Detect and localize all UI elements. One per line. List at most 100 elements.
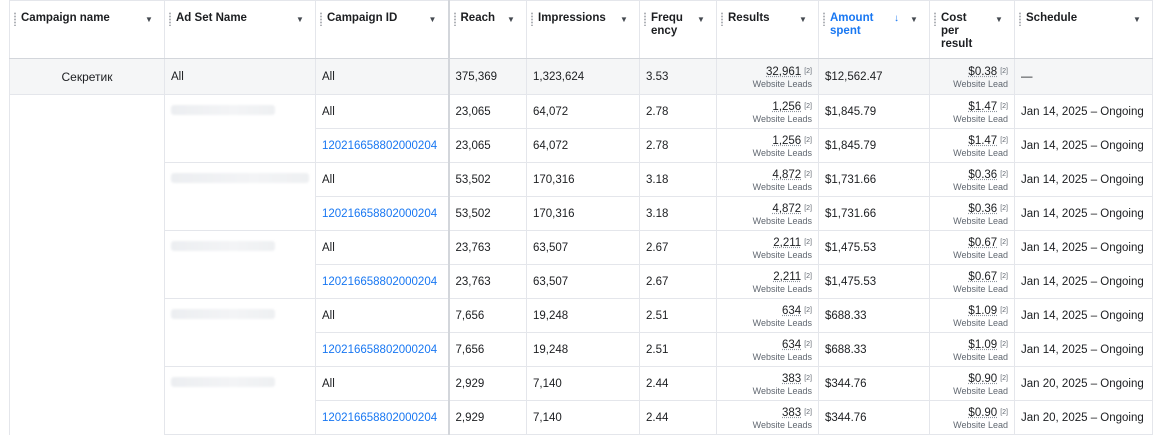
results-value[interactable]: 383 [782,373,801,385]
chevron-down-icon[interactable]: ▼ [291,11,309,27]
table-row[interactable]: All 2,929 7,140 2.44 383 [2] Website Leads $344… [9,366,1153,401]
cost-per-result-value[interactable]: $1.09 [968,305,997,317]
impressions-cell: 170,316 [526,162,640,197]
column-header-results[interactable]: Results ▼ [716,0,819,59]
results-type: Website Leads [752,113,812,124]
campaign-id-link[interactable]: 120216658802000204 [322,140,437,152]
results-value[interactable]: 32,961 [766,66,801,78]
frequency-cell: 3.53 [639,58,717,95]
results-value[interactable]: 1,256 [772,135,801,147]
campaign-id-cell: 120216658802000204 [315,400,450,435]
drag-handle-icon[interactable] [823,12,825,26]
results-value[interactable]: 2,211 [773,237,801,249]
campaign-id-link[interactable]: 120216658802000204 [322,276,437,288]
column-header-schedule[interactable]: Schedule ▼ [1014,0,1153,59]
attribution-marker: [2] [804,306,812,314]
drag-handle-icon[interactable] [721,12,723,26]
ad-set-cell[interactable] [164,366,316,401]
attribution-marker: [2] [1000,238,1008,246]
reach-cell: 7,656 [448,298,527,333]
ad-set-cell[interactable] [164,230,316,265]
cost-per-result-value[interactable]: $1.47 [968,101,997,113]
ad-set-cell[interactable] [164,162,316,197]
sort-desc-icon[interactable]: ↓ [894,12,899,25]
campaign-id-cell: 120216658802000204 [315,128,450,163]
summary-row[interactable]: Секретик All All 375,369 1,323,624 3.53 … [9,58,1153,95]
column-header-amount-spent[interactable]: Amount spent ↓ ▼ [818,0,930,59]
drag-handle-icon[interactable] [14,12,16,26]
cost-per-result-type: Website Lead [953,351,1008,362]
table-row[interactable]: All 23,763 63,507 2.67 2,211 [2] Website Leads… [9,230,1153,265]
cost-per-result-value[interactable]: $0.90 [968,373,997,385]
results-value[interactable]: 4,872 [772,169,801,181]
column-header-campaign-id[interactable]: Campaign ID ▼ [315,0,450,59]
campaign-id-cell: All [315,230,450,265]
table-row[interactable]: 120216658802000204 23,763 63,507 2.67 2,211[… [9,264,1153,299]
cost-per-result-value[interactable]: $0.36 [968,203,997,215]
campaign-id-link[interactable]: 120216658802000204 [322,344,437,356]
cost-per-result-cell: $0.36 [2] Website Lead [929,196,1015,231]
cost-per-result-type: Website Lead [953,215,1008,226]
results-value[interactable]: 1,256 [772,101,801,113]
results-value[interactable]: 4,872 [772,203,801,215]
cost-per-result-value[interactable]: $0.67 [968,237,997,249]
cost-per-result-value[interactable]: $0.67 [968,271,997,283]
attribution-marker: [2] [804,136,812,144]
frequency-cell: 2.51 [639,332,717,367]
chevron-down-icon[interactable]: ▼ [1128,11,1146,27]
ad-set-cell[interactable] [164,298,316,333]
chevron-down-icon[interactable]: ▼ [502,11,520,27]
column-header-ad-set-name[interactable]: Ad Set Name ▼ [164,0,316,59]
table-row[interactable]: All 23,065 64,072 2.78 1,256 [2] Website Leads… [9,94,1153,129]
column-header-cost-per-result[interactable]: Cost per result ▼ [929,0,1015,59]
drag-handle-icon[interactable] [320,12,322,26]
reach-cell: 53,502 [448,162,527,197]
cost-per-result-value[interactable]: $1.47 [968,135,997,147]
drag-handle-icon[interactable] [453,12,456,26]
cost-per-result-value[interactable]: $1.09 [968,339,997,351]
chevron-down-icon[interactable]: ▼ [794,11,812,27]
frequency-cell: 2.67 [639,230,717,265]
table-row[interactable]: 120216658802000204 23,065 64,072 2.78 1,256[… [9,128,1153,163]
cost-per-result-value[interactable]: $0.38 [968,66,997,78]
drag-handle-icon[interactable] [531,12,533,26]
chevron-down-icon[interactable]: ▼ [615,11,633,27]
drag-handle-icon[interactable] [1019,12,1021,26]
drag-handle-icon[interactable] [169,12,171,26]
frequency-cell: 2.51 [639,298,717,333]
table-row[interactable]: All 53,502 170,316 3.18 4,872 [2] Website Lead… [9,162,1153,197]
results-value[interactable]: 2,211 [773,271,801,283]
chevron-down-icon[interactable]: ▼ [692,11,710,27]
chevron-down-icon[interactable]: ▼ [140,11,158,27]
chevron-down-icon[interactable]: ▼ [905,11,923,27]
table-row[interactable]: All 7,656 19,248 2.51 634 [2] Website Leads $68… [9,298,1153,333]
column-label: Campaign ID [327,12,398,24]
campaign-name-cell[interactable]: Секретик [9,58,165,95]
cost-per-result-type: Website Lead [953,317,1008,328]
chevron-down-icon[interactable]: ▼ [990,11,1008,27]
results-value[interactable]: 634 [782,339,801,351]
redacted-ad-set-name [171,309,275,320]
drag-handle-icon[interactable] [934,12,936,26]
results-type: Website Leads [752,385,812,396]
column-header-frequency[interactable]: Frequ ency ▼ [639,0,717,59]
attribution-marker: [2] [1000,67,1008,75]
table-row[interactable]: 120216658802000204 7,656 19,248 2.51 634 [2] W… [9,332,1153,367]
column-header-impressions[interactable]: Impressions ▼ [526,0,640,59]
campaign-id-link[interactable]: 120216658802000204 [322,412,437,424]
results-cell: 2,211 [2] Website Leads [716,264,819,299]
chevron-down-icon[interactable]: ▼ [424,11,442,27]
reach-cell: 23,763 [448,230,527,265]
table-row[interactable]: 120216658802000204 53,502 170,316 3.18 4,872… [9,196,1153,231]
campaign-name-cell [9,94,165,129]
table-row[interactable]: 120216658802000204 2,929 7,140 2.44 383 [2] We… [9,400,1153,435]
drag-handle-icon[interactable] [644,12,646,26]
impressions-cell: 19,248 [526,332,640,367]
campaign-id-link[interactable]: 120216658802000204 [322,208,437,220]
column-header-reach[interactable]: Reach ▼ [448,0,527,59]
ad-set-cell[interactable] [164,94,316,129]
results-value[interactable]: 634 [782,305,801,317]
ads-manager-table-view: Campaign name ▼ Ad Set Name ▼ Campaign I… [0,0,1153,435]
cost-per-result-value[interactable]: $0.36 [968,169,997,181]
column-header-campaign-name[interactable]: Campaign name ▼ [9,0,165,59]
